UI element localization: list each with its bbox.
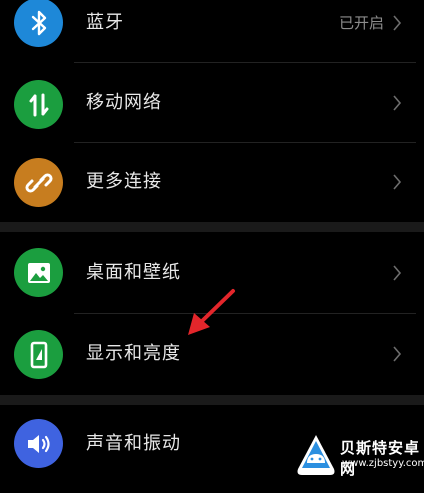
bluetooth-status: 已开启	[338, 14, 384, 32]
settings-item-mobile-network[interactable]: 移动网络	[0, 62, 424, 150]
chevron-right-icon	[393, 346, 402, 362]
section-separator	[0, 222, 424, 232]
chevron-right-icon	[393, 95, 402, 111]
mobile-data-icon	[14, 80, 63, 129]
phone-brightness-icon	[14, 330, 63, 379]
watermark-url: www.zjbstyy.com	[342, 458, 424, 469]
settings-item-label: 移动网络	[86, 92, 162, 113]
chevron-right-icon	[393, 174, 402, 190]
settings-item-label: 声音和振动	[86, 433, 181, 454]
speaker-icon	[14, 419, 63, 468]
bluetooth-icon	[14, 0, 63, 47]
chevron-right-icon	[393, 265, 402, 281]
section-separator	[0, 395, 424, 405]
annotation-arrow-icon	[188, 289, 235, 335]
settings-item-label: 更多连接	[86, 171, 162, 192]
settings-item-label: 桌面和壁纸	[86, 262, 181, 283]
image-icon	[14, 248, 63, 297]
chevron-right-icon	[393, 15, 402, 31]
settings-item-label: 蓝牙	[86, 12, 124, 33]
android-logo-icon	[297, 435, 335, 475]
watermark: 贝斯特安卓网 www.zjbstyy.com	[284, 429, 424, 481]
settings-item-bluetooth[interactable]: 蓝牙 已开启	[0, 0, 424, 66]
settings-item-label: 显示和亮度	[86, 343, 181, 364]
link-icon	[14, 158, 63, 207]
settings-item-more-connections[interactable]: 更多连接	[0, 142, 424, 230]
